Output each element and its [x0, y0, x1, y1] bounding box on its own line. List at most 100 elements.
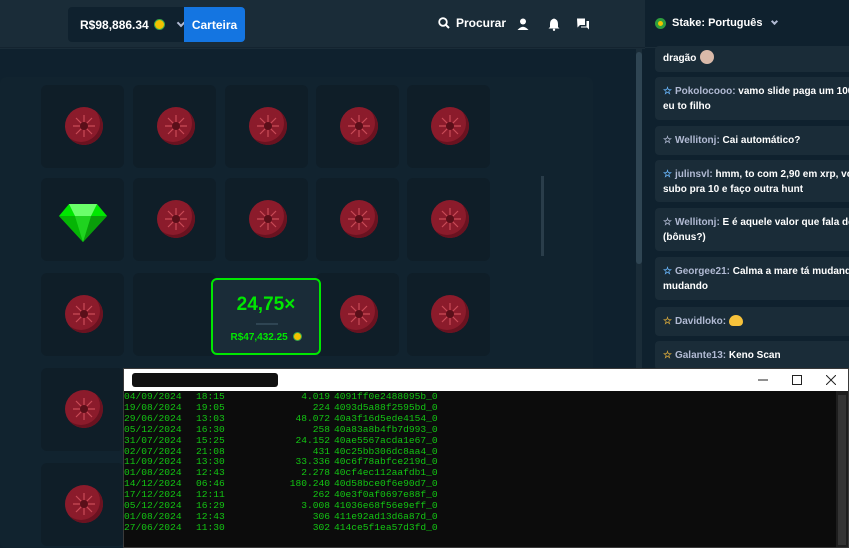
console-date: 05/12/2024	[124, 423, 182, 435]
console-scrollbar[interactable]	[836, 391, 848, 547]
board-tile-mine[interactable]	[41, 368, 124, 451]
chat-message: ☆ Pokolocooo: vamo slide paga um 100 eu t…	[655, 77, 849, 120]
board-tile-mine[interactable]	[316, 85, 399, 168]
minimize-button[interactable]	[746, 369, 780, 391]
wallet-button[interactable]: Carteira	[184, 7, 245, 42]
board-tile-mine[interactable]	[316, 178, 399, 261]
vip-star-icon: ☆	[663, 86, 672, 97]
console-row: 11/09/2024 13:30 33.336 40c6f78abfce219d_0	[124, 457, 834, 468]
chat-icon[interactable]	[576, 17, 590, 31]
top-bar: R$98,886.34 Carteira Procurar	[0, 0, 645, 48]
board-tile-mine[interactable]	[133, 178, 216, 261]
console-date: 31/07/2024	[124, 434, 182, 446]
board-tile-mine[interactable]	[316, 273, 399, 356]
board-tile-mine[interactable]	[407, 85, 490, 168]
console-titlebar[interactable]	[124, 369, 848, 391]
mine-icon	[340, 200, 378, 238]
win-multiplier: 24,75×	[236, 294, 296, 315]
minimize-icon	[758, 379, 768, 381]
star-icon: ☆	[663, 135, 672, 146]
emoji-icon	[729, 315, 744, 326]
bell-icon[interactable]	[547, 17, 561, 31]
board-tile-mine[interactable]	[407, 273, 490, 356]
chat-username[interactable]: Georgee21:	[675, 266, 730, 277]
chat-username[interactable]: Galante13:	[675, 350, 726, 361]
chat-message: ☆ Wellitonj: Cai automático?	[655, 126, 849, 155]
chat-room-label: Stake: Português	[672, 17, 763, 29]
chevron-down-icon	[771, 17, 779, 26]
chat-message-text-line2: mudando	[663, 281, 708, 292]
chat-message-text: Keno Scan	[726, 350, 781, 361]
chat-username[interactable]: julinsvl:	[675, 169, 713, 180]
close-button[interactable]	[814, 369, 848, 391]
console-id: 40ae5567acda1e67_0	[334, 434, 438, 446]
chat-message-text: Cai automático?	[719, 135, 801, 146]
console-scrollbar-thumb[interactable]	[838, 395, 846, 545]
board-tile-mine[interactable]	[133, 85, 216, 168]
vip-star-icon: ☆	[663, 169, 672, 180]
console-row: 14/12/2024 06:46 180.240 40d58bce0f6e90d7_0	[124, 478, 834, 490]
chat-username[interactable]: Davidloko:	[675, 316, 726, 327]
console-row: 31/07/2024 15:25 24.152 40ae5567acda1e67_0	[124, 434, 834, 447]
mine-icon	[431, 295, 469, 333]
balance-value: R$98,886.34	[80, 17, 149, 32]
mine-icon	[157, 107, 195, 145]
board-tile[interactable]	[133, 273, 216, 356]
gold-star-icon: ☆	[663, 350, 672, 361]
user-icon[interactable]	[516, 17, 530, 31]
mine-icon	[249, 107, 287, 145]
redacted-title	[132, 373, 278, 387]
page-scrollbar-thumb[interactable]	[636, 52, 642, 264]
mine-icon	[340, 107, 378, 145]
vip-star-icon: ☆	[663, 266, 672, 277]
maximize-button[interactable]	[780, 369, 814, 391]
win-divider	[256, 323, 278, 325]
chat-message-text-line2: eu to filho	[663, 101, 711, 112]
console-row: 19/08/2024 19:05 224 4093d5a88f2595bd_0	[124, 402, 834, 414]
search-button[interactable]: Procurar	[438, 16, 506, 30]
win-amount: R$47,432.25	[213, 332, 319, 343]
chat-message: ☆ Galante13: Keno Scan	[655, 341, 849, 370]
chat-message: ☆ julinsvl: hmm, to com 2,90 em xrp, vo s…	[655, 160, 849, 202]
gem-icon	[55, 192, 111, 248]
mine-icon	[65, 107, 103, 145]
console-row: 01/08/2024 12:43 2.278 40cf4ec112aafdb1_0	[124, 467, 834, 479]
chat-room-selector[interactable]: Stake: Português	[655, 17, 779, 29]
balance-selector[interactable]: R$98,886.34	[68, 7, 185, 42]
board-tile-mine[interactable]	[41, 463, 124, 546]
mine-icon	[157, 200, 195, 238]
chat-message: dragão	[655, 46, 849, 72]
board-tile-mine[interactable]	[407, 178, 490, 261]
board-tile-mine[interactable]	[41, 273, 124, 356]
brl-coin-icon	[292, 332, 302, 341]
console-row: 01/08/2024 12:43 306 411e92ad13d6a87d_0	[124, 511, 834, 523]
chat-header: Stake: Português	[645, 0, 849, 48]
chat-message: ☆ Davidloko:	[655, 307, 849, 336]
console-amount: 258	[312, 423, 330, 435]
board-tile-gem[interactable]	[41, 178, 124, 261]
console-row: 02/07/2024 21:08 431 40c25bb306dc8aa4_0	[124, 446, 834, 458]
brazil-flag-icon	[655, 17, 666, 29]
console-output: 04/09/2024 18:15 4.019 4091ff0e2488095b_0 19…	[124, 391, 834, 534]
board-tile-mine[interactable]	[225, 178, 308, 261]
board-tile-mine[interactable]	[225, 85, 308, 168]
mine-icon	[431, 107, 469, 145]
chat-username[interactable]: Wellitonj:	[675, 217, 720, 228]
board-scrollbar[interactable]	[541, 176, 544, 256]
chat-username[interactable]: Wellitonj:	[675, 135, 720, 146]
chat-message-text: hmm, to com 2,90 em xrp, vo	[712, 169, 849, 180]
mine-icon	[65, 295, 103, 333]
win-amount-value: R$47,432.25	[230, 332, 288, 343]
mine-icon	[431, 200, 469, 238]
gold-star-icon: ☆	[663, 316, 672, 327]
board-tile-mine[interactable]	[41, 85, 124, 168]
console-row: 27/06/2024 11:30 302 414ce5f1ea57d3fd_0	[124, 522, 834, 534]
search-label: Procurar	[456, 16, 507, 30]
close-icon	[826, 375, 836, 385]
console-row: 05/12/2024 16:30 258 40a83a8b4fb7d993_0	[124, 423, 834, 436]
console-id: 40a83a8b4fb7d993_0	[334, 423, 438, 435]
console-amount: 24.152	[295, 434, 330, 446]
chat-username[interactable]: Pokolocooo:	[675, 86, 736, 97]
maximize-icon	[792, 375, 802, 385]
avatar	[700, 50, 715, 64]
